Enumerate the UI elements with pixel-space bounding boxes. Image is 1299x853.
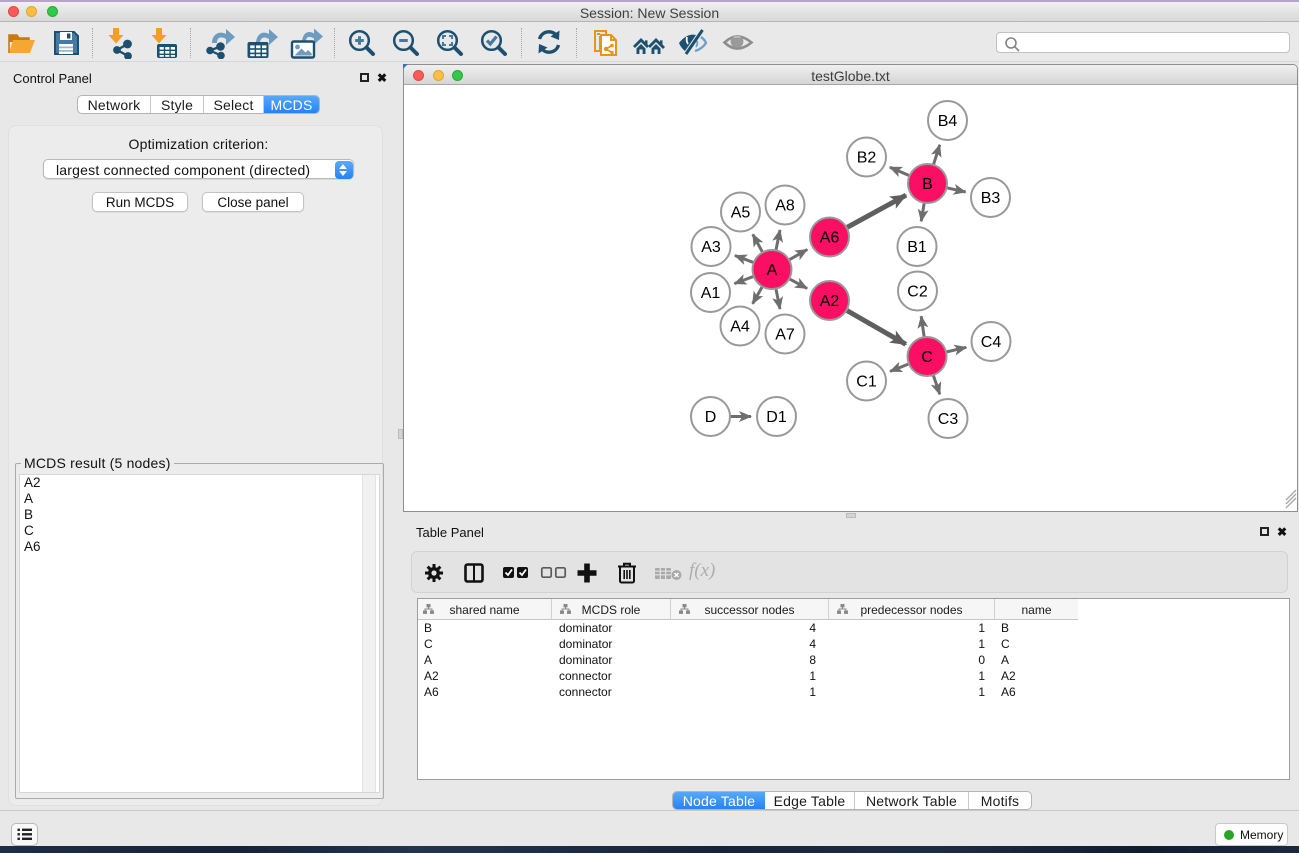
svg-text:C3: C3	[938, 411, 959, 428]
svg-text:A3: A3	[701, 239, 721, 256]
svg-text:D1: D1	[766, 409, 787, 426]
svg-text:B3: B3	[981, 190, 1001, 207]
svg-text:B2: B2	[857, 150, 877, 167]
svg-text:A5: A5	[731, 205, 751, 222]
svg-text:A8: A8	[775, 198, 795, 215]
svg-text:C2: C2	[907, 284, 928, 301]
svg-text:C4: C4	[981, 334, 1002, 351]
svg-text:A: A	[767, 262, 778, 279]
svg-text:A4: A4	[730, 319, 750, 336]
svg-text:C1: C1	[856, 374, 877, 391]
svg-text:C: C	[921, 349, 933, 366]
svg-text:B1: B1	[907, 239, 927, 256]
svg-text:A1: A1	[701, 285, 721, 302]
svg-text:D: D	[705, 409, 717, 426]
svg-text:A6: A6	[820, 230, 840, 247]
svg-text:B4: B4	[938, 113, 958, 130]
svg-text:A2: A2	[820, 293, 840, 310]
svg-text:A7: A7	[775, 327, 795, 344]
svg-text:B: B	[922, 176, 933, 193]
